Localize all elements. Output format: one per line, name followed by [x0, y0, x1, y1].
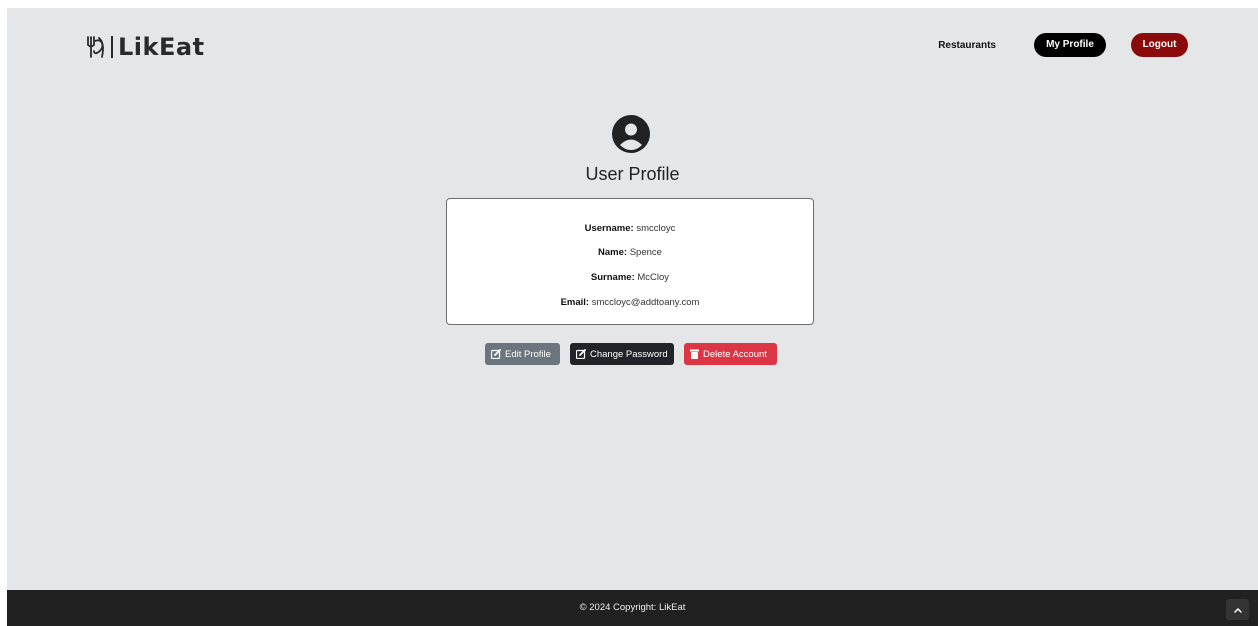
email-row: Email: smccloyc@addtoany.com: [447, 297, 813, 308]
username-row: Username: smccloyc: [447, 223, 813, 234]
username-label: Username:: [584, 223, 634, 234]
surname-label: Surname:: [590, 272, 635, 283]
name-value: Spence: [629, 247, 662, 258]
profile-actions: Edit Profile Change Password Delete Acco…: [485, 343, 777, 365]
surname-row: Surname: McCloy: [447, 272, 813, 283]
scroll-to-top-button[interactable]: [1226, 599, 1249, 620]
copyright-text: © 2024 Copyright: LikEat: [579, 602, 686, 613]
user-circle-icon: [612, 115, 650, 153]
trash-icon: [690, 349, 699, 359]
name-label: Name:: [598, 247, 628, 258]
logo-separator: [111, 36, 113, 58]
nav-logout-button[interactable]: Logout: [1131, 33, 1188, 57]
nav-my-profile-button[interactable]: My Profile: [1034, 33, 1106, 57]
name-row: Name: Spence: [447, 247, 813, 258]
email-label: Email:: [560, 297, 590, 308]
brand-logo[interactable]: LikEat: [85, 32, 205, 62]
edit-profile-button[interactable]: Edit Profile: [485, 343, 560, 365]
change-password-button[interactable]: Change Password: [570, 343, 674, 365]
chevron-up-icon: [1233, 607, 1242, 613]
profile-card: Username: smccloyc Name: Spence Surname:…: [446, 198, 814, 325]
delete-account-button[interactable]: Delete Account: [684, 343, 777, 365]
edit-profile-label: Edit Profile: [505, 348, 551, 360]
email-value: smccloyc@addtoany.com: [591, 297, 700, 308]
fork-knife-plate-icon: [87, 36, 104, 58]
username-value: smccloyc: [636, 223, 676, 234]
footer: © 2024 Copyright: LikEat: [7, 590, 1258, 626]
top-nav: Restaurants My Profile Logout: [938, 33, 1188, 57]
page: LikEat Restaurants My Profile Logout Use…: [7, 8, 1258, 626]
pencil-square-icon: [491, 349, 501, 359]
surname-value: McCloy: [637, 272, 670, 283]
delete-account-label: Delete Account: [703, 348, 767, 360]
pencil-square-icon: [576, 349, 586, 359]
page-title: User Profile: [585, 164, 680, 184]
nav-restaurants-link[interactable]: Restaurants: [938, 40, 996, 51]
change-password-label: Change Password: [590, 348, 668, 360]
brand-name: LikEat: [118, 33, 205, 61]
